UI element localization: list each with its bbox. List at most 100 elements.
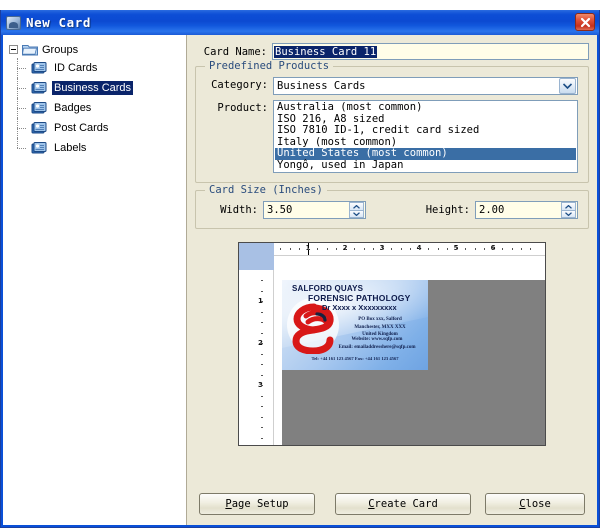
groups-tree[interactable]: Groups ID Cards Business Cards Badges Po…: [3, 35, 187, 525]
horizontal-ruler: 1 2 3 4 5 6: [274, 243, 545, 256]
ruler-h-tick: [391, 248, 393, 250]
close-icon[interactable]: [575, 13, 595, 31]
ruler-h-tick: [530, 248, 531, 250]
card-web-contact: Website: www.sqfp.com Email: emailaddress…: [338, 337, 416, 350]
dialog-button-bar: Page Setup Create Card Close: [195, 487, 589, 525]
ruler-h-tick: [446, 248, 448, 250]
folder-icon: [22, 43, 38, 56]
card-name-label: Card Name:: [203, 45, 267, 58]
width-stepper[interactable]: 3.50: [263, 201, 366, 219]
chevron-up-icon[interactable]: [349, 202, 364, 210]
ruler-v-tick: [261, 406, 263, 407]
tree-item-post-cards[interactable]: Post Cards: [17, 118, 186, 138]
list-item[interactable]: Australia (most common): [275, 101, 576, 114]
width-label: Width:: [220, 204, 258, 216]
card-icon: [31, 81, 48, 95]
close-label: lose: [525, 498, 551, 510]
tree-root-label: Groups: [42, 43, 79, 56]
predefined-products-title: Predefined Products: [205, 60, 334, 72]
ruler-v-tick: [261, 301, 263, 302]
ruler-h-tick: [409, 248, 411, 250]
tree-item-label: Labels: [54, 142, 87, 154]
product-label: Product:: [217, 102, 268, 114]
width-group: Width: 3.50: [206, 201, 366, 219]
list-item[interactable]: Yongô, used in Japan: [275, 159, 576, 172]
title-bar[interactable]: New Card: [1, 10, 599, 35]
width-spin-buttons[interactable]: [349, 202, 364, 218]
ruler-h-tick: [317, 248, 319, 250]
create-card-label: reate Card: [374, 498, 438, 510]
ruler-h-tick: [437, 248, 439, 250]
category-select[interactable]: Business Cards: [273, 77, 578, 95]
card-size-group: Card Size (Inches) Width: 3.50 Height: 2…: [195, 184, 589, 229]
tree-item-labels[interactable]: Labels: [17, 138, 186, 158]
chevron-down-icon[interactable]: [559, 78, 576, 94]
card-person-name: Dr Xxxx x Xxxxxxxxx: [322, 303, 397, 312]
card-name-value: Business Card 11: [274, 45, 378, 58]
ruler-h-tick: [298, 248, 300, 250]
height-group: Height: 2.00: [418, 201, 578, 219]
height-label: Height:: [425, 204, 470, 216]
close-button[interactable]: Close: [485, 493, 585, 515]
height-value: 2.00: [479, 204, 505, 216]
preview-wrap: 1 2 3 4 5 6 1 2: [195, 236, 589, 487]
card-name-row: Card Name: Business Card 11: [195, 43, 589, 60]
tree-item-badges[interactable]: Badges: [17, 98, 186, 118]
card-size-title: Card Size (Inches): [205, 184, 327, 196]
tree-item-id-cards[interactable]: ID Cards: [17, 58, 186, 78]
window-title: New Card: [26, 15, 92, 30]
ruler-h-tick: [308, 248, 309, 250]
ruler-h-tick: [456, 248, 457, 250]
ruler-v-tick: [261, 290, 263, 292]
ruler-v-tick: [261, 427, 263, 428]
ruler-h-tick: [502, 248, 504, 250]
ruler-h-tick: [289, 248, 291, 250]
ruler-h-tick: [280, 248, 282, 250]
ruler-v-top-block: [239, 256, 274, 270]
tree-item-label: Post Cards: [54, 122, 109, 134]
tree-collapse-toggle[interactable]: [9, 45, 18, 54]
tree-item-business-cards[interactable]: Business Cards: [17, 78, 186, 98]
card-company-line2: FORENSIC PATHOLOGY: [308, 293, 411, 303]
ruler-h-tick: [372, 248, 374, 250]
ruler-v-tick: [261, 322, 263, 323]
product-row: Product: Australia (most common) ISO 216…: [206, 100, 578, 173]
height-stepper[interactable]: 2.00: [475, 201, 578, 219]
card-icon: [31, 61, 48, 75]
ruler-h-tick: [428, 248, 430, 250]
list-item-selected[interactable]: United States (most common): [275, 147, 576, 160]
product-listbox[interactable]: Australia (most common) ISO 216, A8 size…: [273, 100, 578, 173]
category-value: Business Cards: [277, 80, 366, 92]
list-item[interactable]: ISO 7810 ID-1, credit card sized: [275, 124, 576, 137]
ruler-h-tick: [382, 248, 383, 250]
card-name-input[interactable]: Business Card 11: [272, 43, 589, 60]
create-card-button[interactable]: Create Card: [335, 493, 471, 515]
card-window-icon: [6, 15, 21, 30]
preview-lower: 1 2 3: [239, 256, 545, 445]
ruler-h-tick: [520, 248, 522, 250]
chevron-down-icon[interactable]: [561, 210, 576, 218]
page-area[interactable]: SALFORD QUAYS FORENSIC PATHOLOGY Dr Xxxx…: [274, 256, 545, 445]
chevron-down-icon[interactable]: [349, 210, 364, 218]
tree-item-label: ID Cards: [54, 62, 98, 74]
page-setup-button[interactable]: Page Setup: [199, 493, 315, 515]
ruler-v-tick: [261, 374, 263, 376]
ruler-h-tick: [483, 248, 485, 250]
card-icon: [31, 141, 48, 155]
chevron-up-icon[interactable]: [561, 202, 576, 210]
tree-root-groups[interactable]: Groups: [9, 41, 186, 58]
ruler-top: 1 2 3 4 5 6: [239, 243, 545, 256]
new-card-dialog: New Card Groups ID Cards Business Cards …: [0, 10, 600, 528]
height-spin-buttons[interactable]: [561, 202, 576, 218]
ruler-h-tick: [419, 248, 420, 250]
business-card-design[interactable]: SALFORD QUAYS FORENSIC PATHOLOGY Dr Xxxx…: [282, 280, 428, 370]
tree-children: ID Cards Business Cards Badges Post Card…: [17, 58, 186, 158]
ruler-h-tick: [493, 248, 494, 250]
card-size-row: Width: 3.50 Height: 2.00: [206, 201, 578, 219]
ruler-v-tick: [261, 332, 263, 334]
category-label: Category:: [211, 79, 268, 91]
ruler-h-tick: [335, 248, 337, 250]
card-preview[interactable]: 1 2 3 4 5 6 1 2: [238, 242, 546, 446]
ruler-v-tick: [261, 416, 263, 418]
ruler-v-tick: [261, 353, 263, 355]
